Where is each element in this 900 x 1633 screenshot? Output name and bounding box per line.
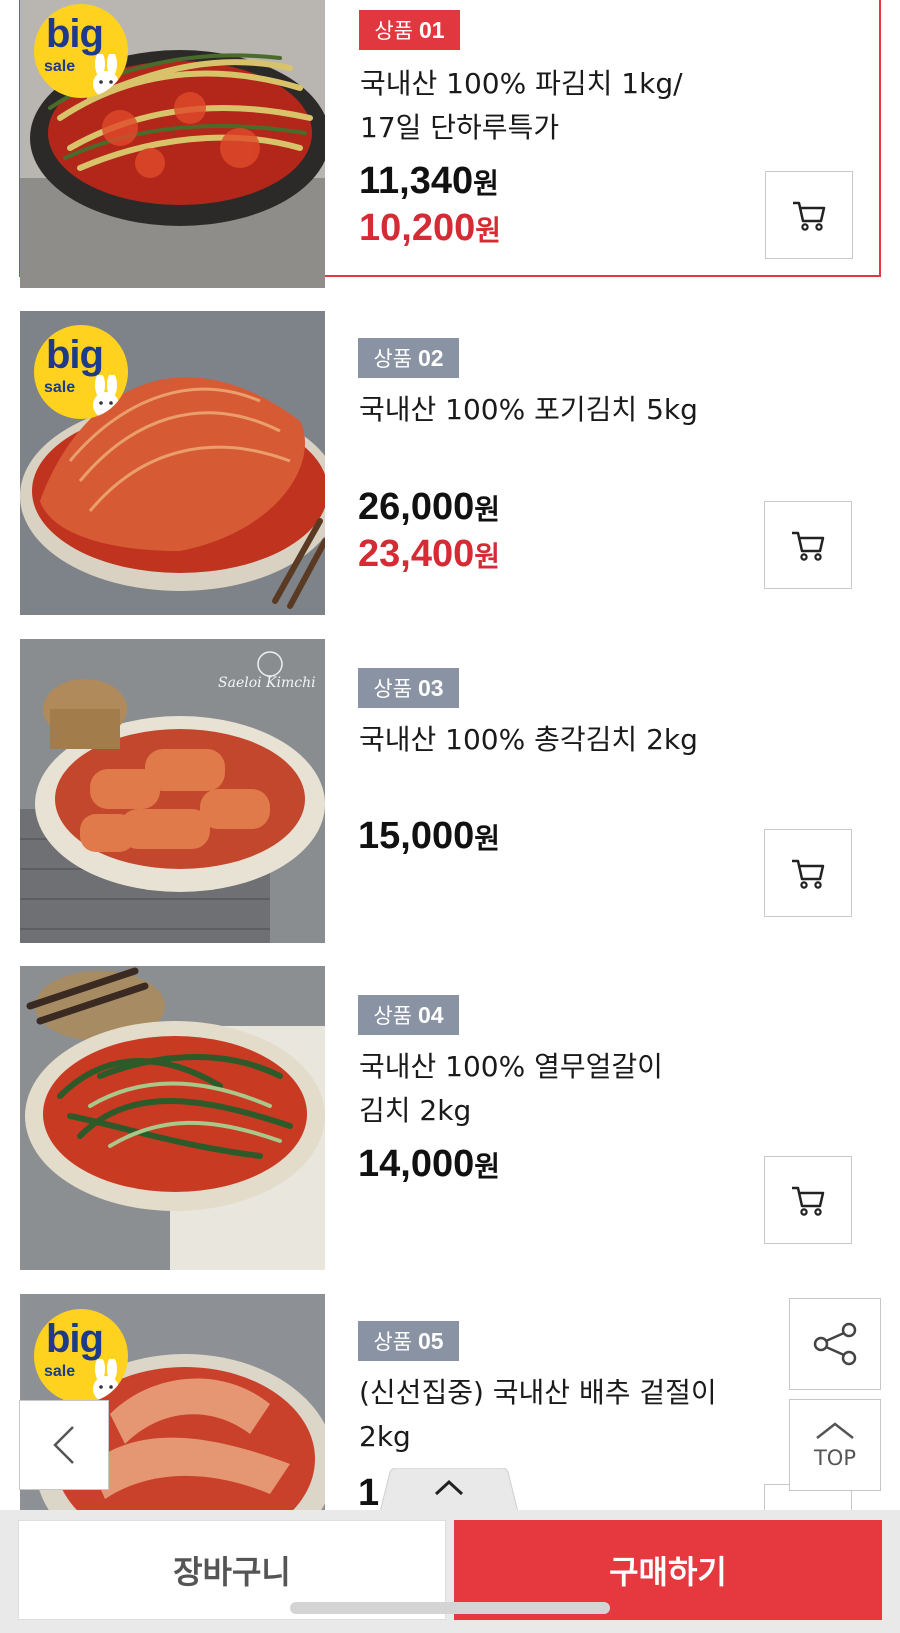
price-03: 15,000원 [358,815,500,857]
product-card-02[interactable]: big sale 상품 02 국내산 100% 포기김치 5kg 26,000원 … [20,311,880,615]
big-sale-badge: big sale [34,1309,128,1403]
product-name-01[interactable]: 국내산 100% 파김치 1kg/ 17일 단하루특가 [360,62,800,150]
scroll-top-button[interactable]: TOP [789,1399,881,1491]
cart-icon [792,531,825,561]
big-sale-badge: big sale [34,4,128,98]
product-name-04[interactable]: 국내산 100% 열무얼갈이 김치 2kg [359,1045,799,1133]
drawer-handle[interactable] [379,1467,519,1513]
brand-watermark: Saeloi Kimchi [218,675,316,691]
share-button[interactable] [789,1298,881,1390]
product-name-05[interactable]: (신선집중) 국내산 배추 겉절이 2kg [359,1371,799,1459]
top-label: TOP [813,1446,857,1470]
sale-price-02: 23,400원 [358,533,500,575]
product-card-04[interactable]: 상품 04 국내산 100% 열무얼갈이 김치 2kg 14,000원 [20,966,880,1270]
chevron-up-icon [434,1479,464,1496]
back-button[interactable] [19,1400,109,1490]
bunny-icon [93,375,119,418]
product-badge-03: 상품 03 [358,668,459,708]
add-to-cart-button-03[interactable] [764,829,852,917]
product-image-04[interactable] [20,966,325,1270]
price-05: 1 [358,1472,380,1514]
original-price-02: 26,000원 [358,486,500,528]
back-arrow-icon [53,1426,74,1464]
share-icon [813,1322,857,1366]
sale-price-01: 10,200원 [359,207,501,249]
product-badge-02: 상품 02 [358,338,459,378]
add-to-cart-button-02[interactable] [764,501,852,589]
bunny-icon [93,1359,119,1402]
home-indicator [290,1602,610,1614]
product-card-03[interactable]: Saeloi Kimchi 상품 03 국내산 100% 총각김치 2kg 15,… [20,639,880,943]
product-image-02[interactable]: big sale [20,311,325,615]
product-image-01[interactable]: big sale [20,0,325,288]
big-sale-badge: big sale [34,325,128,419]
cart-icon [792,1186,825,1216]
add-to-cart-button-04[interactable] [764,1156,852,1244]
cart-icon [793,201,826,231]
original-price-01: 11,340원 [359,160,499,202]
product-name-03[interactable]: 국내산 100% 총각김치 2kg [359,718,799,762]
product-name-02[interactable]: 국내산 100% 포기김치 5kg [359,388,799,432]
product-badge-05: 상품 05 [358,1321,459,1361]
product-image-03[interactable]: Saeloi Kimchi [20,639,325,943]
bunny-icon [93,54,119,97]
bottom-action-bar: 장바구니 구매하기 [0,1510,900,1633]
top-arrow-icon [816,1422,854,1439]
add-to-cart-button-01[interactable] [765,171,853,259]
product-badge-01: 상품 01 [359,10,460,50]
cart-icon [792,859,825,889]
product-badge-04: 상품 04 [358,995,459,1035]
price-04: 14,000원 [358,1143,500,1185]
product-card-01[interactable]: big sale 상품 01 국내산 100% 파김치 1kg/ 17일 단하루특… [19,0,881,288]
